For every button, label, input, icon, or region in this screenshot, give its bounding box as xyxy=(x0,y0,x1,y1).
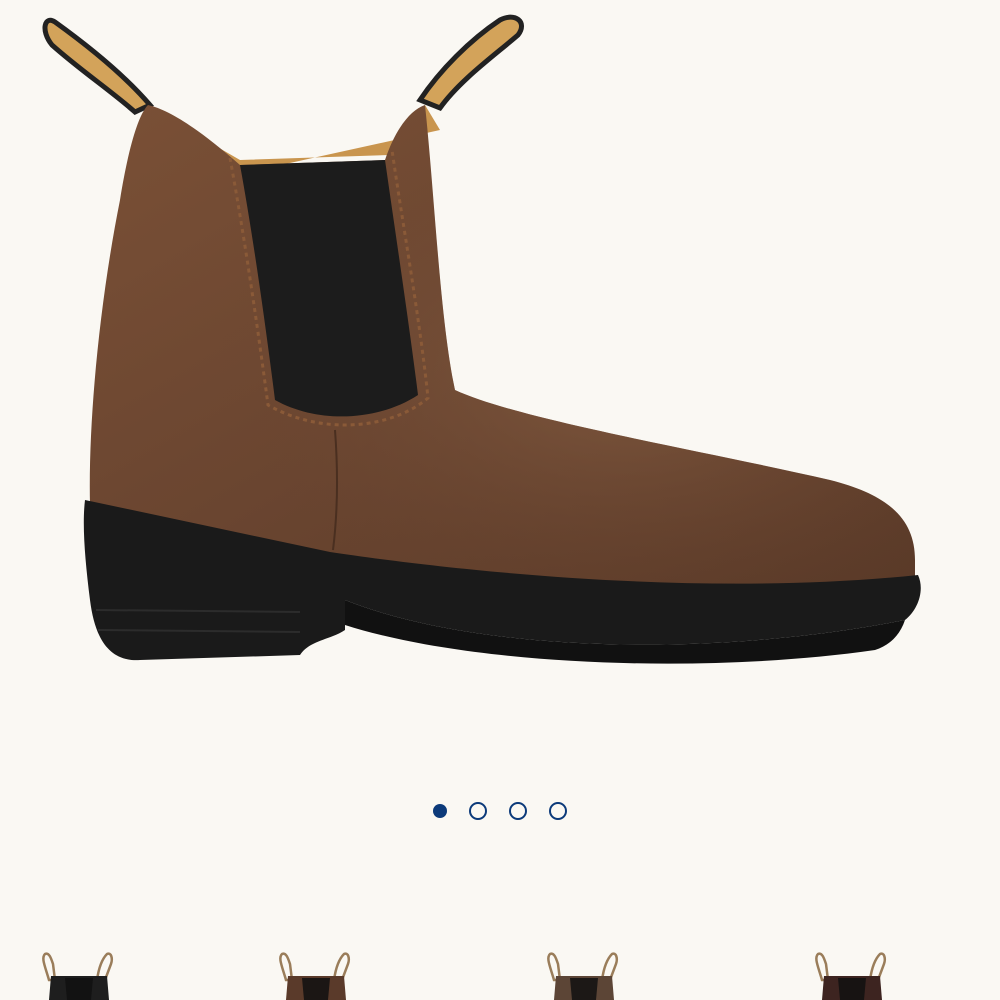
boot-thumbnail-icon xyxy=(547,952,619,1000)
carousel-dot-1[interactable] xyxy=(433,804,447,818)
boot-thumbnail-icon xyxy=(42,952,114,1000)
chelsea-boot-image xyxy=(42,14,921,664)
product-main-image[interactable] xyxy=(0,0,1000,760)
carousel-dot-2[interactable] xyxy=(469,802,487,820)
carousel-dot-3[interactable] xyxy=(509,802,527,820)
back-pull-tab xyxy=(42,17,155,115)
thumbnail-1[interactable] xyxy=(35,940,125,1000)
thumbnail-4[interactable] xyxy=(808,940,898,1000)
front-pull-tab xyxy=(416,14,524,112)
thumbnail-strip xyxy=(0,940,1000,1000)
product-gallery xyxy=(0,0,1000,1000)
carousel-dot-4[interactable] xyxy=(549,802,567,820)
boot-thumbnail-icon xyxy=(279,952,351,1000)
carousel-indicators xyxy=(0,802,1000,820)
thumbnail-3[interactable] xyxy=(540,940,630,1000)
boot-thumbnail-icon xyxy=(815,952,887,1000)
thumbnail-2[interactable] xyxy=(272,940,362,1000)
